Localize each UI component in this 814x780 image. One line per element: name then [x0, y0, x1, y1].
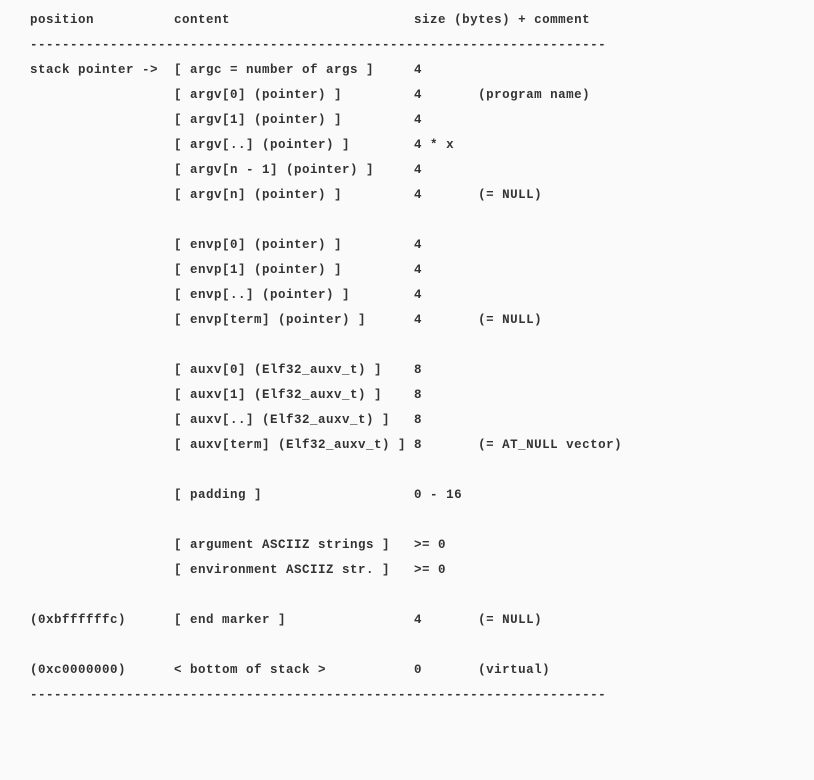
stack-layout-document: position content size (bytes) + comment … [0, 0, 814, 780]
stack-layout-pre: position content size (bytes) + comment … [0, 8, 814, 708]
